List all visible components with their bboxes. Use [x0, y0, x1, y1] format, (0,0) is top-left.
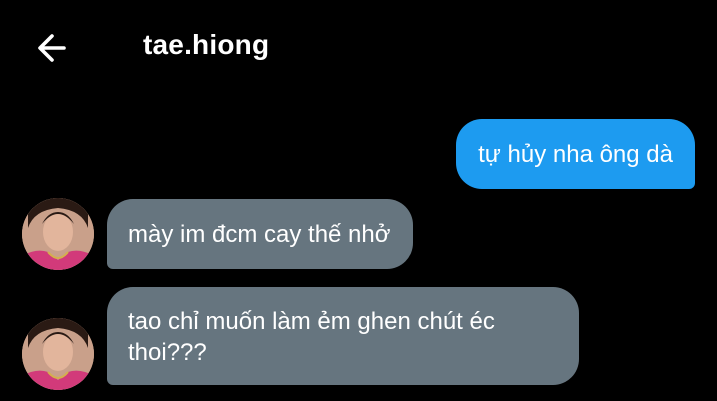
avatar-image: [22, 318, 94, 390]
avatar-image: [22, 198, 94, 270]
chat-screen: tae.hiong tự hủy nha ông dà mày im đcm c…: [0, 0, 717, 401]
avatar[interactable]: [22, 198, 94, 270]
incoming-message[interactable]: tao chỉ muốn làm ẻm ghen chút éc thoi???: [107, 287, 579, 385]
avatar[interactable]: [22, 318, 94, 390]
back-button[interactable]: [34, 28, 74, 68]
arrow-left-icon: [38, 34, 66, 62]
incoming-message[interactable]: mày im đcm cay thế nhở: [107, 199, 413, 269]
chat-header: tae.hiong: [0, 0, 717, 92]
chat-title[interactable]: tae.hiong: [143, 29, 269, 61]
outgoing-message[interactable]: tự hủy nha ông dà: [456, 119, 695, 189]
